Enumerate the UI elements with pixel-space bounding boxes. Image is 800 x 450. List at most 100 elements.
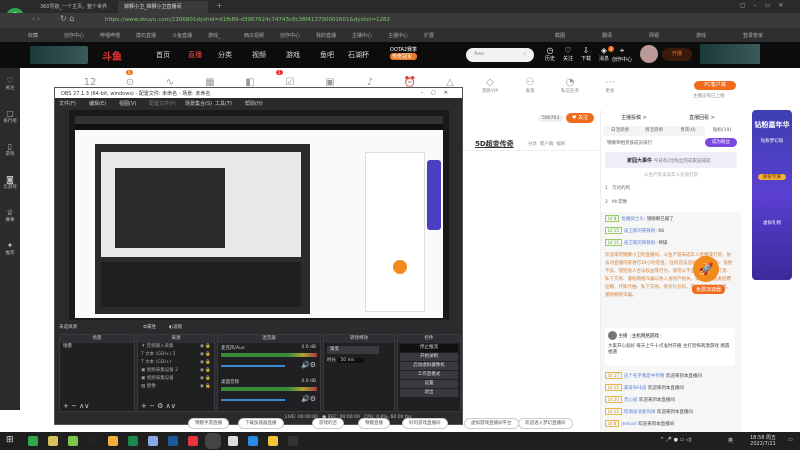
dota-banner[interactable]: DOTA2赛季 传奇冠军 <box>390 46 418 60</box>
taskbar-app-icon[interactable] <box>188 436 198 446</box>
user-name[interactable]: 无心居 <box>624 398 638 403</box>
bookmark-item[interactable]: 斗鱼直播 <box>172 32 192 39</box>
control-button[interactable]: 停止推流 <box>400 344 458 352</box>
welfare-link[interactable]: 福利 <box>556 142 565 147</box>
sidebar-item[interactable]: ◙ 云游戏 <box>0 175 20 190</box>
chat-tab[interactable]: 贴粉(19) <box>705 126 739 136</box>
bookmark-item[interactable]: 创作中心 <box>280 32 300 39</box>
nav-2[interactable]: 分类 <box>218 50 232 60</box>
taskbar-app-icon[interactable] <box>168 436 178 446</box>
notification-icon[interactable]: ▭ <box>788 437 793 443</box>
chat-tab[interactable]: 日活跃榜 <box>603 126 637 136</box>
nav-6[interactable]: 石湖杯 <box>348 50 369 60</box>
bottom-pill[interactable]: 锦鲤手游直播 <box>188 418 229 429</box>
window-controls[interactable]: ▢–▭✕ <box>740 2 791 9</box>
obs-preview[interactable] <box>69 110 449 320</box>
obs-menu-item[interactable]: 场景集合(S) <box>185 100 212 107</box>
user-name[interactable]: 奋卫家的铁铁粉: <box>624 241 657 246</box>
search-input[interactable]: Awo ⌕ <box>466 48 534 62</box>
bookmark-item[interactable]: 摸石直播 <box>136 32 156 39</box>
chat-tab[interactable]: 贵宾(0) <box>671 126 705 136</box>
speaker-gear-icon[interactable]: 🔊⚙ <box>301 361 316 369</box>
volume-slider[interactable] <box>221 399 285 401</box>
bookmark-item[interactable]: 西瓜视频 <box>244 32 264 39</box>
obs-menu-item[interactable]: 视图(V) <box>119 100 136 107</box>
bookmark-item[interactable]: 登录管家 <box>743 32 763 39</box>
scene-toolbar[interactable]: + − ∧∨ <box>63 402 89 410</box>
bottom-pill[interactable]: 下载加速器直播 <box>238 418 284 429</box>
go-live-button[interactable]: 开播 <box>662 48 692 61</box>
back-forward-icon[interactable]: ‹ › <box>32 15 40 23</box>
new-tab-icon[interactable]: + <box>216 1 223 10</box>
source-item[interactable]: ▣ 视频采集设备 ◉ 🔒 <box>138 375 214 383</box>
taskbar-app-icon[interactable] <box>128 436 138 446</box>
sidebar-item[interactable]: ▢ 排行榜 <box>0 109 20 124</box>
transition-select[interactable]: 渐变 <box>327 346 379 354</box>
taskbar-app-icon[interactable] <box>268 436 278 446</box>
bookmark-item[interactable]: 游戏_ <box>208 32 221 39</box>
bookmark-item[interactable]: 我的直播 <box>316 32 336 39</box>
chat-tab[interactable]: 周活跃榜 <box>637 126 671 136</box>
visibility-lock-icons[interactable]: ◉ 🔒 <box>200 375 211 383</box>
avatar[interactable] <box>640 45 658 63</box>
nav-1[interactable]: 直播 <box>188 50 202 60</box>
taskbar-app-icon[interactable] <box>88 436 98 446</box>
obs-menu-item[interactable]: 配置文件(P) <box>149 100 176 107</box>
bookmark-item[interactable]: 主播中心 <box>388 32 408 39</box>
bookmark-item[interactable]: 扩展 <box>424 32 434 39</box>
sidebar-item[interactable]: ♡ 关注 <box>0 76 20 91</box>
rocket-icon[interactable]: 🚀 <box>693 256 719 282</box>
duration-input[interactable]: 50 ms <box>337 358 365 363</box>
bottom-pill[interactable]: 虚拟游戏直播间平台 <box>464 418 519 429</box>
source-item[interactable]: ♆ 音频输入采集 ◉ 🔒 <box>138 343 214 351</box>
bookmark-item[interactable]: 创作中心 <box>64 32 84 39</box>
tray-icons[interactable]: ^ 🎤 ● ▭ ◁) <box>660 437 692 443</box>
obs-menu-item[interactable]: 编辑(E) <box>89 100 106 107</box>
taskbar-app-icon[interactable] <box>48 436 58 446</box>
bookmark-item[interactable]: 主播中心 <box>352 32 372 39</box>
ad-banner[interactable]: 钻粉嘉年华 钻粉梦幻翁 解锁专属 虚拟礼物 <box>752 110 792 280</box>
reload-icon[interactable]: ↻ ⌂ <box>60 14 74 23</box>
ime-indicator[interactable]: 英 <box>728 437 733 444</box>
obs-menu-item[interactable]: 工具(T) <box>215 100 232 107</box>
client-link[interactable]: 客户端 <box>540 142 554 147</box>
join-fans-button[interactable]: 成为粉丝 <box>705 138 737 147</box>
toolbar-item[interactable]: ⚇ 发现 <box>512 77 548 94</box>
user-name[interactable]: 豪爱咔咔迪 <box>624 386 647 391</box>
replay-link[interactable]: 直播回看 > <box>689 114 715 121</box>
bottom-pill[interactable]: 游戏的咨 <box>312 418 344 429</box>
nav-4[interactable]: 游戏 <box>286 50 300 60</box>
user-name[interactable]: 这个名字我是中奖啊 <box>624 374 665 379</box>
bookmark-item[interactable]: 翻译 <box>602 32 612 39</box>
bottom-pill[interactable]: 好的游戏直播间 <box>402 418 448 429</box>
source-toolbar[interactable]: + − ⚙ ∧∨ <box>141 402 176 410</box>
user-name[interactable]: 奋卫家的铁铁粉: <box>624 229 657 234</box>
start-icon[interactable]: ⊞ <box>6 435 14 445</box>
source-item[interactable]: ▨ 图像 ◉ 🔒 <box>138 383 214 391</box>
scene-item[interactable]: 场景 <box>60 343 134 351</box>
taskbar-app-icon[interactable] <box>28 436 38 446</box>
bookmark-item[interactable]: 收藏 <box>28 32 38 39</box>
user-name[interactable]: Jenkarl <box>621 422 636 427</box>
bookmark-item[interactable]: 游戏 <box>696 32 706 39</box>
bookmark-item[interactable]: 网银 <box>649 32 659 39</box>
toolbar-item[interactable]: ◔ 私信任务 <box>552 77 588 94</box>
taskbar-app-icon[interactable] <box>228 436 238 446</box>
source-item[interactable]: T 文本 (GDI+) 2 ◉ 🔒 <box>138 351 214 359</box>
browser-tab-active[interactable]: 锦狮小卫_锦狮小卫直播间 <box>118 1 208 13</box>
obs-window-controls[interactable]: –▢✕ <box>421 90 456 96</box>
volume-slider[interactable] <box>221 365 285 367</box>
douyu-logo[interactable]: 斗鱼 <box>102 48 122 63</box>
obs-menu-item[interactable]: 帮助(H) <box>245 100 263 107</box>
anchor-posts-link[interactable]: 主播投稿 > <box>621 114 647 121</box>
visibility-lock-icons[interactable]: ◉ 🔒 <box>200 383 211 391</box>
search-icon[interactable]: ⌕ <box>523 51 526 57</box>
speaker-gear-icon[interactable]: 🔊⚙ <box>301 395 316 403</box>
pc-client-button[interactable]: PC客户端 <box>694 81 736 90</box>
nav-3[interactable]: 视频 <box>252 50 266 60</box>
visibility-lock-icons[interactable]: ◉ 🔒 <box>200 359 211 367</box>
source-item[interactable]: T 文本 (GDI+) ◉ 🔒 <box>138 359 214 367</box>
clock[interactable]: 18:58 周五 2022/7/21 <box>750 434 776 447</box>
share-link[interactable]: 分享 <box>528 142 537 147</box>
event-banner[interactable]: 家园大事件 今日有2位粉丝完成家园成就 <box>605 152 737 168</box>
